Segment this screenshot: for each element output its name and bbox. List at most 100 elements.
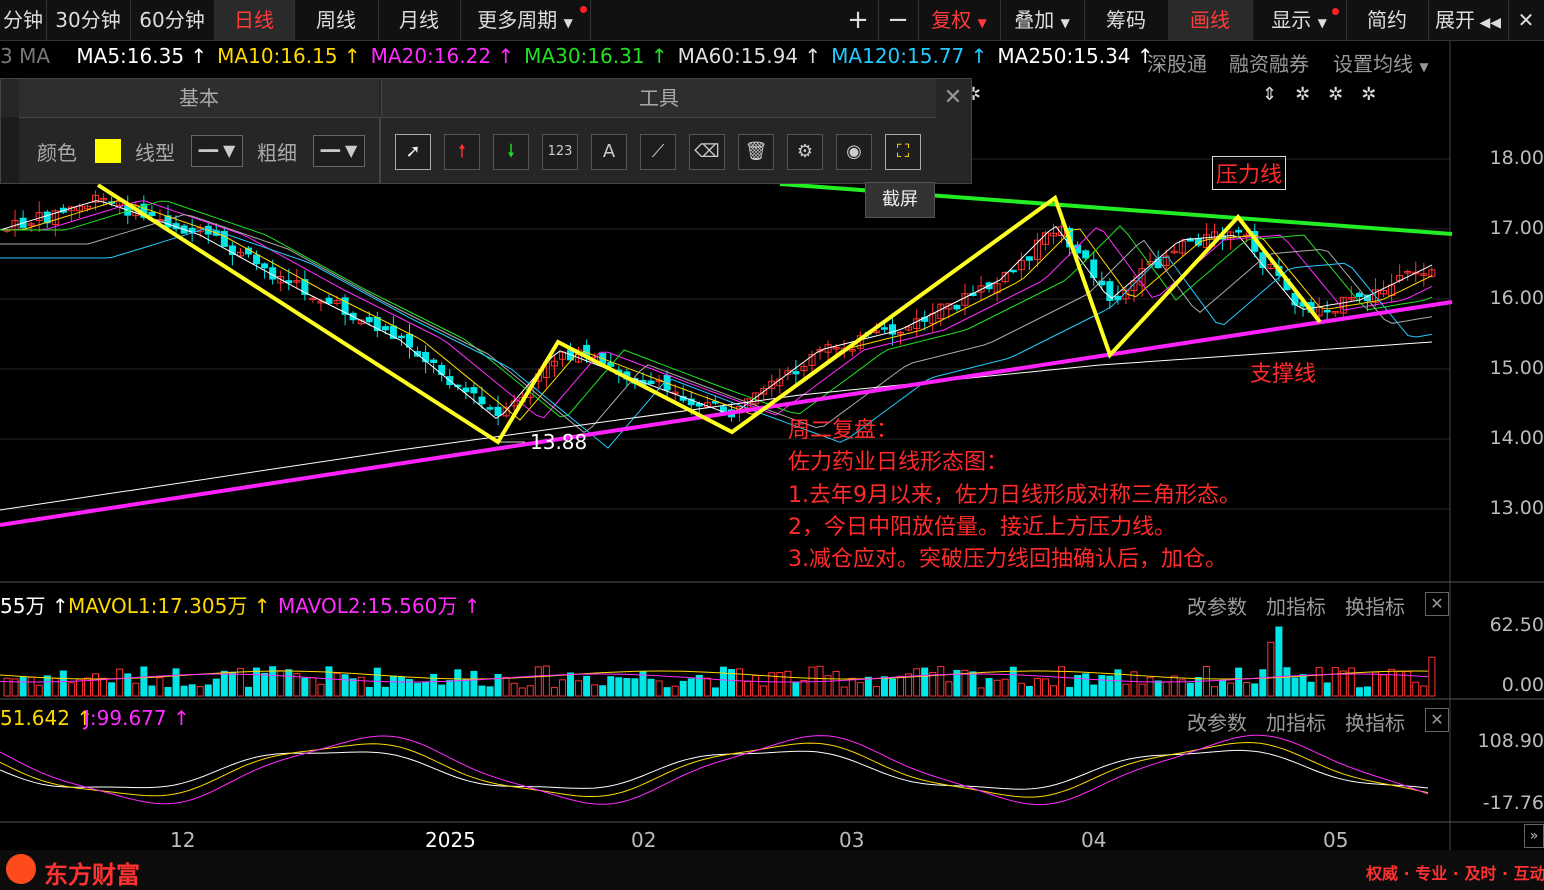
candle-body [381,326,389,331]
volume-bar [615,677,623,697]
volume-bar [349,678,357,697]
text-tool[interactable]: A [591,134,627,170]
draw-line-button[interactable]: 画线 [1168,0,1253,40]
kdj-d-value: 51.642 [0,706,70,730]
review-line: 佐力药业日线形态图： [788,450,1009,475]
volume-bar [1186,682,1194,697]
scroll-right-button[interactable]: » [1524,824,1544,848]
kdj-switch-indicator[interactable]: 换指标 [1345,707,1405,736]
arrow-down-icon: 🠗 [507,141,515,162]
volume-bar [148,685,156,697]
volume-bar [1428,656,1436,697]
volume-bar [542,665,550,697]
price-axis-label: 13.00 [1489,497,1544,519]
volume-bar [510,682,518,697]
vol-switch-indicator[interactable]: 换指标 [1345,591,1405,620]
sz-connect-link[interactable]: 深股通 [1147,48,1207,77]
period-more[interactable]: 更多周期 ▼ [460,0,591,40]
mavol1-value: MAVOL1:17.305万 [68,594,248,618]
candle-body [261,263,269,269]
volume-bar [534,666,542,697]
event-markers[interactable]: ⇕✲✲✲ [1262,84,1394,105]
eraser-tool[interactable]: ⌫ [689,134,725,170]
volume-bar [518,687,526,697]
vol-close-button[interactable]: ✕ [1425,592,1449,616]
vol-change-params[interactable]: 改参数 [1187,591,1247,620]
chips-button[interactable]: 筹码 [1084,0,1169,40]
review-line: 2，今日中阳放倍量。接近上方压力线。 [788,515,1176,540]
collapse-icon: ✕ [1517,8,1535,32]
volume-bar [220,670,228,697]
vol-add-indicator[interactable]: 加指标 [1266,591,1326,620]
volume-bar [703,677,711,697]
expand-button[interactable]: 展开 ◀◀ [1428,0,1509,40]
set-ma-link[interactable]: 设置均线 ▼ [1333,48,1429,77]
settings-tool[interactable]: ⚙ [787,134,823,170]
panel-close-button[interactable]: ✕ [935,79,971,117]
volume-bar [1106,675,1114,697]
sell-marker-tool[interactable]: 🠗 [493,134,529,170]
volume-bar [631,678,639,697]
margin-trading-link[interactable]: 融资融券 [1229,48,1309,77]
volume-bar [985,678,993,697]
panel-divider [379,117,381,183]
candle-body [647,380,655,385]
volume-bar [1420,685,1428,697]
volume-bar [502,676,510,697]
overlay-label: 叠加 [1014,8,1055,32]
mavol1-label: MAVOL1:17.305万 ↑ [68,590,270,619]
volume-bar [236,668,244,697]
volume-bar [977,687,985,697]
kdj-j-label: J:99.677 ↑ [84,706,190,730]
buy-marker-tool[interactable]: 🠕 [444,134,480,170]
candle-body [953,304,961,310]
volume-bar [341,674,349,697]
volume-bar [188,684,196,697]
volume-bar [1412,681,1420,697]
color-swatch[interactable] [95,139,121,163]
delete-tool[interactable]: 🗑 [738,134,774,170]
ma-legend-item: MA5:16.35 ↑ [76,44,208,68]
gear-icon: ⚙ [796,141,814,162]
candle-body [325,297,333,304]
x-axis-label: 02 [631,828,657,852]
volume-bar [494,673,502,697]
footer-bar: 东方财富 权威 · 专业 · 及时 · 互动 [0,850,1544,890]
overlay-button[interactable]: 叠加 ▼ [1000,0,1085,40]
display-button[interactable]: 显示 ▼ [1252,0,1347,40]
ruler-tool[interactable]: ⟋ [640,134,676,170]
tab-tools[interactable]: 工具 [381,79,936,118]
zoom-in-button[interactable]: + [838,0,879,40]
tab-basic[interactable]: 基本 [19,79,379,118]
candle-body [880,327,888,330]
volume-bar [164,686,172,697]
numbers-icon: 123 [547,144,573,159]
volume-bar [228,671,236,697]
adjust-rights-button[interactable]: 复权 ▼ [918,0,1001,40]
number-tool[interactable]: 123 [542,134,578,170]
period-monthly[interactable]: 月线 [378,0,461,40]
close-icon: ✕ [943,85,963,110]
thickness-select[interactable]: ━━ ▼ [313,135,365,167]
fullscreen-button[interactable]: ✕ [1508,0,1544,40]
volume-bar [864,676,872,697]
period-weekly[interactable]: 周线 [294,0,379,40]
ma-legend: 3 MA MA5:16.35 ↑ MA10:16.15 ↑ MA20:16.22 ↑… [0,44,1174,78]
kdj-close-button[interactable]: ✕ [1425,708,1449,732]
period-minute[interactable]: 分钟 [0,0,47,40]
price-axis-label: 16.00 [1489,287,1544,309]
pointer-tool[interactable]: ➚ [395,134,431,170]
zoom-out-button[interactable]: − [878,0,919,40]
kdj-add-indicator[interactable]: 加指标 [1266,707,1326,736]
caret-down-icon: ▼ [1317,16,1327,30]
screenshot-tool[interactable]: ⛶ [885,134,921,170]
kdj-change-params[interactable]: 改参数 [1187,707,1247,736]
linetype-select[interactable]: ━━ ▼ [191,135,243,167]
simple-mode-button[interactable]: 简约 [1346,0,1429,40]
period-30min[interactable]: 30分钟 [46,0,131,40]
volume-bar [1275,626,1283,697]
period-daily[interactable]: 日线 [214,0,295,40]
volume-bar [897,675,905,697]
period-60min[interactable]: 60分钟 [130,0,215,40]
visibility-tool[interactable]: ◉ [836,134,872,170]
